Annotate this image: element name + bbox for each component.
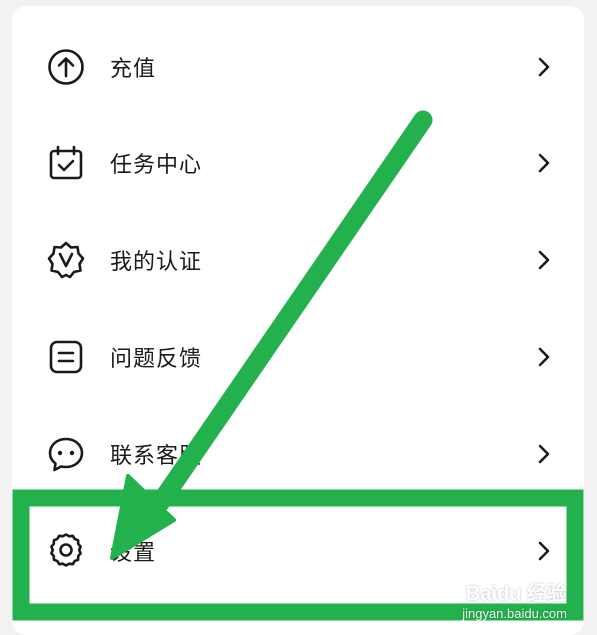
watermark-domain: jingyan.baidu.com	[462, 606, 567, 621]
upload-arrow-circle-icon	[46, 47, 86, 87]
chevron-right-icon	[534, 151, 554, 175]
menu-item-label: 我的认证	[110, 250, 203, 275]
gear-icon	[46, 531, 86, 571]
menu-item-task-center[interactable]: 任务中心	[12, 114, 584, 212]
menu-item-label: 任务中心	[110, 153, 203, 178]
chat-bubble-icon	[46, 434, 86, 474]
watermark-brand: Baidu 经验	[465, 583, 567, 605]
chevron-right-icon	[534, 442, 554, 466]
menu-item-label: 设置	[110, 541, 157, 566]
menu-card: 充值 任务中心 我的认证 问题反馈 联系客服 设置	[12, 6, 584, 635]
screen: 充值 任务中心 我的认证 问题反馈 联系客服 设置 Baidu 经验 jingy…	[0, 0, 597, 635]
menu-item-label: 充值	[110, 57, 157, 82]
menu-item-contact-service[interactable]: 联系客服	[12, 405, 584, 503]
menu-item-label: 联系客服	[110, 444, 203, 469]
chevron-right-icon	[534, 539, 554, 563]
menu-item-label: 问题反馈	[110, 347, 203, 372]
menu-item-feedback[interactable]: 问题反馈	[12, 308, 584, 406]
menu-item-my-certification[interactable]: 我的认证	[12, 211, 584, 309]
verified-badge-icon	[46, 240, 86, 280]
calendar-check-icon	[46, 143, 86, 183]
menu-item-recharge[interactable]: 充值	[12, 18, 584, 116]
feedback-note-icon	[46, 337, 86, 377]
watermark: Baidu 经验 jingyan.baidu.com	[462, 577, 567, 621]
chevron-right-icon	[534, 55, 554, 79]
chevron-right-icon	[534, 345, 554, 369]
chevron-right-icon	[534, 248, 554, 272]
